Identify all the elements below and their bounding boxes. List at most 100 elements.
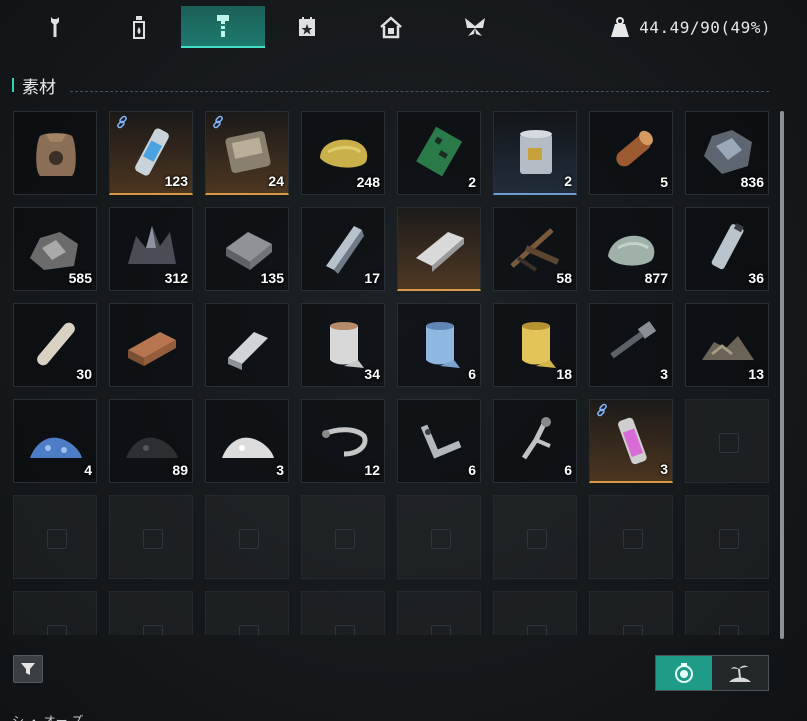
inventory-slot[interactable]: 585 [13,207,97,291]
item-quantity: 89 [172,462,188,478]
metal-bar-icon [228,332,268,370]
tab-materials[interactable] [181,6,265,48]
empty-slot [205,495,289,579]
tube-icon [711,223,744,270]
item-quantity: 6 [468,462,476,478]
item-quantity: 58 [556,270,572,286]
inventory-slot[interactable]: 36 [685,207,769,291]
inventory-grid: 123 24 248 2 2 5 836 585 312 135 17 58 877 36 30 34 6 18 3… [13,111,773,635]
inventory-slot[interactable]: 877 [589,207,673,291]
inventory-slot[interactable]: 6 [397,303,481,387]
inventory-slot[interactable]: 3 [589,399,673,483]
stone-icon [608,235,655,266]
tab-tools[interactable] [13,6,97,48]
toggle-island[interactable] [712,656,768,690]
sack-icon [36,133,76,176]
empty-slot [685,591,769,635]
empty-slot [685,399,769,483]
link-icon [213,115,223,129]
clamp-icon [521,417,551,460]
empty-slot [109,591,193,635]
bolt-screw-icon [610,321,657,359]
empty-slot [493,591,577,635]
item-quantity: 17 [364,270,380,286]
inventory-slot[interactable]: 312 [109,207,193,291]
inventory-slot[interactable]: 6 [493,399,577,483]
inventory-slot[interactable]: 89 [109,399,193,483]
inventory-slot[interactable]: 248 [301,111,385,195]
item-quantity: 123 [164,173,188,189]
item-quantity: 5 [660,174,668,190]
item-quantity: 13 [748,366,764,382]
empty-slot [589,495,673,579]
inventory-slot[interactable]: 135 [205,207,289,291]
item-quantity: 585 [68,270,92,286]
empty-slot [685,495,769,579]
inventory-slot[interactable] [109,303,193,387]
item-quantity: 2 [564,173,572,189]
inventory-slot[interactable]: 3 [205,399,289,483]
calendar-star-icon [299,17,315,36]
inventory-slot[interactable]: 2 [397,111,481,195]
item-quantity: 3 [276,462,284,478]
item-quantity: 30 [76,366,92,382]
tab-consumables[interactable] [97,6,181,48]
fabric-roll-yellow-icon [522,322,556,368]
inventory-scrollbar[interactable] [780,111,784,639]
bracket-icon [420,424,462,459]
brick-icon [128,332,176,366]
inventory-slot[interactable]: 2 [493,111,577,195]
category-tab-bar: 44.49/90(49%) [0,0,807,48]
inventory-slot[interactable]: 836 [685,111,769,195]
item-quantity: 36 [748,270,764,286]
tab-cosmetics[interactable] [433,6,517,48]
inventory-slot[interactable]: 30 [13,303,97,387]
bolt-icon [217,15,229,37]
inventory-slot[interactable]: 13 [685,303,769,387]
weight-icon [611,17,630,37]
toggle-badge[interactable] [656,656,712,690]
house-icon [380,16,402,39]
rubble-icon [702,336,754,360]
item-quantity: 3 [660,461,668,477]
item-quantity: 248 [356,174,380,190]
tab-home[interactable] [349,6,433,48]
inventory-slot[interactable]: 5 [589,111,673,195]
inventory-slot[interactable]: 3 [589,303,673,387]
inventory-slot[interactable]: 123 [109,111,193,195]
inventory-slot[interactable]: 4 [13,399,97,483]
inventory-slot[interactable]: 34 [301,303,385,387]
item-quantity: 6 [564,462,572,478]
shackle-icon [322,427,368,457]
view-toggle [655,655,769,691]
inventory-slot[interactable] [397,207,481,291]
inventory-slot[interactable] [13,111,97,195]
iron-ingot-icon [226,232,272,270]
white-powder-icon [222,437,274,458]
inventory-slot[interactable]: 12 [301,399,385,483]
item-quantity: 2 [468,174,476,190]
tab-events[interactable] [265,6,349,48]
fabric-roll-blue-icon [426,322,460,368]
butterfly-icon [465,18,485,36]
section-accent-bar [12,78,14,92]
inventory-slot[interactable]: 6 [397,399,481,483]
empty-slot [13,591,97,635]
inventory-slot[interactable]: 17 [301,207,385,291]
inventory-slot[interactable]: 24 [205,111,289,195]
item-quantity: 836 [740,174,764,190]
item-quantity: 4 [84,462,92,478]
inventory-slot[interactable]: 58 [493,207,577,291]
item-quantity: 312 [164,270,188,286]
empty-slot [589,591,673,635]
scrollbar-thumb[interactable] [780,111,784,639]
item-quantity: 12 [364,462,380,478]
inventory-slot[interactable]: 18 [493,303,577,387]
item-quantity: 135 [260,270,284,286]
empty-slot [493,495,577,579]
filter-button[interactable] [13,655,43,683]
sulfur-rock-icon [320,139,368,168]
steel-ingot-icon [326,226,364,274]
pink-vial-icon [618,417,647,465]
inventory-slot[interactable] [205,303,289,387]
